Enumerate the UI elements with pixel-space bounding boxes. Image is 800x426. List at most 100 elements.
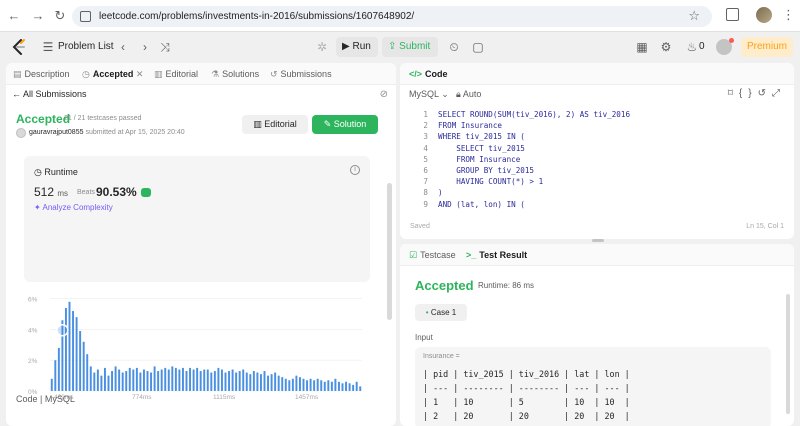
back-arrow-icon[interactable]: ← [6, 8, 22, 24]
runtime-bar[interactable] [277, 375, 280, 391]
profile-avatar[interactable] [756, 7, 772, 23]
runtime-bar[interactable] [203, 369, 206, 391]
site-info-icon[interactable] [80, 11, 91, 22]
runtime-bar[interactable] [82, 341, 85, 391]
runtime-bar[interactable] [72, 311, 75, 391]
runtime-bar[interactable] [228, 371, 231, 391]
runtime-bar[interactable] [150, 372, 153, 391]
runtime-bar[interactable] [302, 378, 305, 391]
link-icon[interactable]: ⊘ [380, 89, 388, 100]
runtime-bar[interactable] [146, 371, 149, 391]
timer-icon[interactable]: ⏲ [446, 39, 462, 55]
runtime-bar[interactable] [164, 367, 167, 391]
runtime-bar[interactable] [114, 366, 117, 391]
runtime-bar[interactable] [284, 378, 287, 391]
runtime-bar[interactable] [327, 380, 330, 391]
runtime-bar[interactable] [181, 367, 184, 391]
runtime-bar[interactable] [93, 372, 96, 391]
runtime-bar[interactable] [174, 367, 177, 391]
shuffle-icon[interactable]: ⤨ [157, 39, 173, 55]
browser-menu-icon[interactable]: ⋮ [782, 7, 795, 23]
runtime-bar[interactable] [313, 380, 316, 391]
submit-button[interactable]: ⇪ Submit [382, 37, 438, 57]
runtime-bar[interactable] [359, 386, 362, 391]
runtime-bar[interactable] [252, 371, 255, 391]
fullscreen-icon[interactable]: ⤢ [772, 88, 786, 99]
info-icon[interactable]: i [350, 165, 360, 175]
debug-icon[interactable]: ✲ [314, 39, 330, 55]
code-line[interactable]: 5 FROM Insurance [400, 154, 794, 165]
runtime-bar[interactable] [57, 347, 60, 391]
runtime-bar[interactable] [231, 369, 234, 391]
runtime-bar[interactable] [249, 374, 252, 391]
tab-testcase[interactable]: ☑ Testcase [409, 249, 456, 261]
runtime-bar[interactable] [217, 367, 220, 391]
auto-mode-toggle[interactable]: 🔒︎ Auto [456, 89, 481, 100]
runtime-bar[interactable] [309, 378, 312, 391]
runtime-bar[interactable] [337, 381, 340, 391]
runtime-bar[interactable] [89, 366, 92, 391]
runtime-bar[interactable] [348, 383, 351, 391]
runtime-bar[interactable] [298, 377, 301, 391]
runtime-bar[interactable] [64, 307, 67, 391]
runtime-bar[interactable] [235, 372, 238, 391]
prev-problem-icon[interactable]: ‹ [115, 39, 131, 55]
runtime-bar[interactable] [96, 369, 99, 391]
runtime-bar[interactable] [167, 369, 170, 391]
premium-button[interactable]: Premium [741, 37, 793, 57]
tab-submissions[interactable]: ↺ Submissions [270, 68, 332, 80]
settings-gear-icon[interactable]: ⚙ [658, 39, 674, 55]
runtime-bar[interactable] [306, 380, 309, 391]
fire-icon[interactable]: ♨ [684, 39, 700, 55]
editorial-button[interactable]: ▥ Editorial [242, 115, 308, 134]
runtime-bar[interactable] [206, 369, 209, 391]
runtime-bar[interactable] [263, 371, 266, 391]
runtime-bar[interactable] [259, 374, 262, 391]
result-scrollbar[interactable] [786, 294, 790, 414]
leetcode-logo-icon[interactable] [12, 39, 26, 55]
notes-icon[interactable]: ▢ [470, 39, 486, 55]
tab-accepted[interactable]: ◷ Accepted ✕ [82, 68, 143, 80]
runtime-bar[interactable] [50, 378, 53, 391]
runtime-bar[interactable] [189, 367, 192, 391]
case-1-button[interactable]: • Case 1 [415, 304, 467, 321]
runtime-bar[interactable] [196, 367, 199, 391]
code-line[interactable]: 4 SELECT tiv_2015 [400, 143, 794, 154]
code-area[interactable]: 1 SELECT ROUND(SUM(tiv_2016), 2) AS tiv_2… [400, 109, 794, 210]
runtime-bar[interactable] [352, 384, 355, 391]
runtime-bar[interactable] [345, 381, 348, 391]
tab-code[interactable]: </> Code [409, 68, 448, 80]
runtime-bar[interactable] [128, 367, 131, 391]
runtime-bar[interactable] [75, 317, 78, 391]
solution-button[interactable]: ✎ Solution [312, 115, 378, 134]
runtime-bar[interactable] [220, 369, 223, 391]
runtime-bar[interactable] [281, 377, 284, 391]
all-submissions-link[interactable]: ← All Submissions [12, 89, 87, 99]
code-line[interactable]: 7 HAVING COUNT(*) > 1 [400, 176, 794, 187]
language-select[interactable]: MySQL ⌄ [409, 89, 449, 100]
problem-list-icon[interactable]: ☰ [40, 39, 56, 55]
code-line[interactable]: 3 WHERE tiv_2015 IN ( [400, 131, 794, 142]
runtime-bar[interactable] [245, 372, 248, 391]
runtime-bar[interactable] [54, 360, 57, 391]
runtime-bar[interactable] [153, 366, 156, 391]
reload-icon[interactable]: ↻ [52, 8, 68, 24]
code-line[interactable]: 8) [400, 187, 794, 198]
code-line[interactable]: 1 SELECT ROUND(SUM(tiv_2016), 2) AS tiv_2… [400, 109, 794, 120]
run-button[interactable]: ▶ Run [336, 37, 378, 57]
problem-list-link[interactable]: Problem List [58, 40, 114, 54]
runtime-bar[interactable] [341, 383, 344, 391]
analyze-complexity-link[interactable]: ✦ Analyze Complexity [34, 203, 113, 212]
runtime-bar[interactable] [199, 371, 202, 391]
extensions-icon[interactable] [726, 8, 739, 21]
runtime-chart-svg[interactable]: 0%2%4%6%432ms774ms1115ms1457ms432ms774ms… [24, 285, 370, 407]
code-line[interactable]: 9 AND (lat, lon) IN ( [400, 199, 794, 210]
runtime-bar[interactable] [142, 369, 145, 391]
runtime-bar[interactable] [288, 380, 291, 391]
address-bar[interactable]: leetcode.com/problems/investments-in-201… [72, 6, 712, 27]
runtime-bar[interactable] [238, 371, 241, 391]
runtime-bar[interactable] [178, 369, 181, 391]
runtime-bar[interactable] [334, 378, 337, 391]
layout-icon[interactable]: ▦ [634, 39, 650, 55]
runtime-bar[interactable] [111, 371, 114, 391]
